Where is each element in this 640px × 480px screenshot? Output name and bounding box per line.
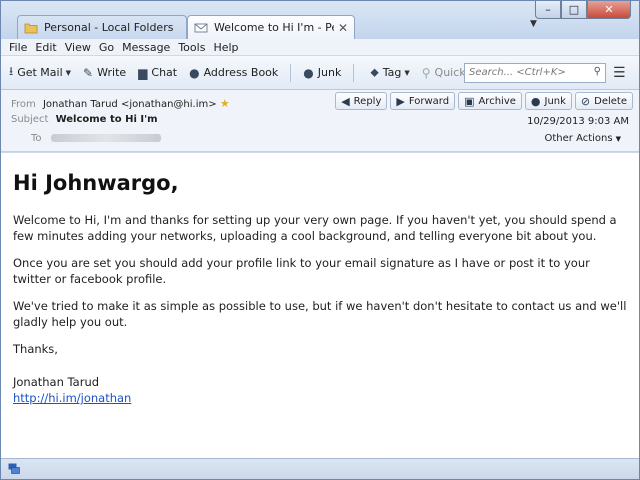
- to-row: To: [31, 133, 161, 144]
- subject-row: Subject Welcome to Hi I'm: [11, 114, 158, 125]
- delete-label: Delete: [594, 95, 627, 107]
- chat-button[interactable]: ▆ Chat: [138, 66, 177, 80]
- address-book-label: Address Book: [203, 66, 279, 79]
- from-row: From Jonathan Tarud <jonathan@hi.im> ★: [11, 97, 230, 110]
- tab-message[interactable]: Welcome to Hi I'm - Pers… ✕: [187, 15, 355, 39]
- tab-close-icon[interactable]: ✕: [338, 21, 348, 35]
- tag-label: Tag: [382, 66, 402, 79]
- delete-button[interactable]: ⊘ Delete: [574, 92, 633, 110]
- junk-button[interactable]: ● Junk: [303, 66, 341, 80]
- tab-label: Personal - Local Folders: [44, 21, 174, 34]
- minimize-button[interactable]: –: [535, 1, 561, 19]
- to-value-redacted: [50, 134, 161, 142]
- from-label: From: [11, 99, 36, 110]
- subject-label: Subject: [11, 114, 49, 125]
- write-button[interactable]: ✎ Write: [83, 66, 126, 80]
- message-date: 10/29/2013 9:03 AM: [527, 116, 629, 127]
- menu-edit[interactable]: Edit: [35, 41, 56, 54]
- tab-local-folders[interactable]: Personal - Local Folders: [17, 15, 187, 39]
- archive-label: Archive: [478, 95, 516, 107]
- online-status-icon[interactable]: [8, 463, 20, 475]
- chevron-down-icon: ▼: [615, 135, 621, 143]
- from-value[interactable]: Jonathan Tarud <jonathan@hi.im>: [43, 99, 217, 110]
- archive-icon: ▣: [464, 94, 475, 108]
- menu-file[interactable]: File: [9, 41, 27, 54]
- paragraph-3: We've tried to make it as simple as poss…: [13, 299, 627, 329]
- message-header: From Jonathan Tarud <jonathan@hi.im> ★ S…: [1, 90, 639, 152]
- reply-button[interactable]: ◀ Reply: [335, 92, 388, 110]
- forward-button[interactable]: ▶ Forward: [390, 92, 456, 110]
- flame-icon: ●: [530, 94, 541, 108]
- paragraph-2: Once you are set you should add your pro…: [13, 256, 590, 286]
- menu-view[interactable]: View: [65, 41, 91, 54]
- forward-label: Forward: [408, 95, 450, 107]
- menu-go[interactable]: Go: [99, 41, 114, 54]
- toolbar-divider: [353, 63, 355, 82]
- to-label: To: [31, 133, 42, 144]
- tag-button[interactable]: ⬥ Tag ▼: [370, 65, 409, 80]
- reply-icon: ◀: [341, 94, 350, 108]
- menu-bar: File Edit View Go Message Tools Help: [1, 39, 639, 55]
- archive-button[interactable]: ▣ Archive: [458, 92, 522, 110]
- title-bar: Personal - Local Folders Welcome to Hi I…: [1, 1, 639, 39]
- envelope-icon: [194, 23, 208, 32]
- subject-value: Welcome to Hi I'm: [55, 114, 158, 125]
- chevron-down-icon[interactable]: ▼: [404, 69, 409, 77]
- chat-label: Chat: [151, 66, 178, 79]
- search-icon[interactable]: ⚲: [594, 66, 601, 77]
- thunderbird-window: Personal - Local Folders Welcome to Hi I…: [0, 0, 640, 480]
- pencil-icon: ✎: [83, 65, 94, 80]
- other-actions-button[interactable]: Other Actions ▼: [545, 133, 622, 144]
- signature-name: Jonathan Tarud: [13, 375, 100, 389]
- junk-button-header[interactable]: ● Junk: [524, 92, 572, 110]
- chevron-down-icon[interactable]: ▼: [530, 19, 537, 29]
- signature-link[interactable]: http://hi.im/jonathan: [13, 391, 131, 405]
- other-actions-label: Other Actions: [544, 133, 613, 144]
- address-book-button[interactable]: ● Address Book: [189, 66, 278, 80]
- tab-label: Welcome to Hi I'm - Pers…: [214, 21, 334, 34]
- get-mail-button[interactable]: ⭳ Get Mail ▼: [9, 62, 71, 83]
- forward-icon: ▶: [396, 94, 405, 108]
- delete-icon: ⊘: [580, 94, 591, 108]
- close-button[interactable]: ✕: [587, 1, 631, 19]
- app-menu-icon[interactable]: ☰: [613, 65, 626, 81]
- download-icon: ⭳: [9, 64, 14, 78]
- status-bar: [1, 458, 639, 479]
- flame-icon: ●: [303, 65, 314, 80]
- chevron-down-icon[interactable]: ▼: [66, 69, 71, 77]
- tag-icon: ⬥: [370, 65, 379, 79]
- person-icon: ●: [189, 65, 200, 80]
- get-mail-label: Get Mail: [17, 66, 63, 79]
- write-label: Write: [97, 66, 127, 79]
- reply-label: Reply: [353, 95, 382, 107]
- toolbar-divider: [290, 63, 292, 82]
- junk-label: Junk: [317, 66, 342, 79]
- message-heading: Hi Johnwargo,: [13, 171, 179, 195]
- chat-bubble-icon: ▆: [138, 65, 148, 80]
- message-body: Hi Johnwargo, Welcome to Hi, I'm and tha…: [1, 153, 639, 458]
- search-placeholder: Search... <Ctrl+K>: [469, 67, 566, 78]
- folder-icon: [24, 23, 38, 33]
- junk-label: Junk: [544, 95, 566, 107]
- menu-help[interactable]: Help: [213, 41, 238, 54]
- star-icon[interactable]: ★: [220, 97, 230, 110]
- filter-icon: ⚲: [421, 65, 431, 80]
- maximize-button[interactable]: □: [561, 1, 587, 19]
- search-input[interactable]: Search... <Ctrl+K> ⚲: [464, 63, 606, 83]
- menu-tools[interactable]: Tools: [178, 41, 205, 54]
- menu-message[interactable]: Message: [122, 41, 170, 54]
- paragraph-1: Welcome to Hi, I'm and thanks for settin…: [13, 213, 617, 243]
- closing: Thanks,: [13, 342, 58, 356]
